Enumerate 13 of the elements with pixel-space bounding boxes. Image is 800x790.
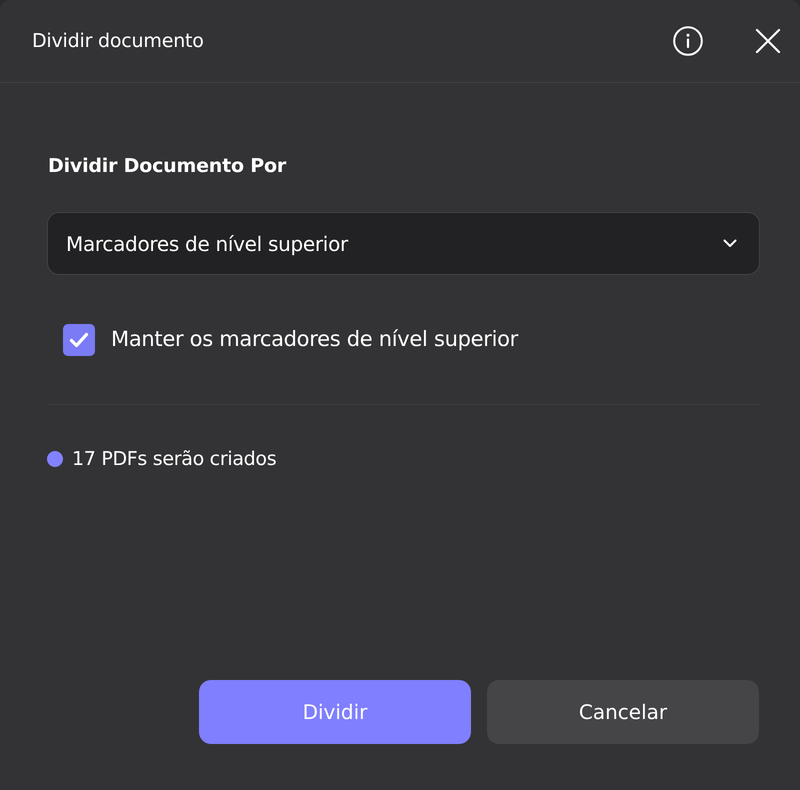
dropdown-field[interactable]: Marcadores de nível superior xyxy=(47,212,760,275)
checkbox-label: Manter os marcadores de nível superior xyxy=(111,326,518,354)
info-button[interactable] xyxy=(672,25,704,57)
status-dot-icon xyxy=(47,451,63,468)
close-icon xyxy=(755,28,781,54)
check-icon xyxy=(69,332,89,348)
section-label: Dividir Documento Por xyxy=(48,154,288,179)
chevron-down-icon xyxy=(723,239,737,248)
dialog-title: Dividir documento xyxy=(32,28,205,54)
info-icon xyxy=(673,26,703,56)
summary-text: 17 PDFs serão criados xyxy=(72,447,276,472)
cancel-button[interactable]: Cancelar xyxy=(487,680,759,744)
checkbox[interactable] xyxy=(63,324,95,356)
